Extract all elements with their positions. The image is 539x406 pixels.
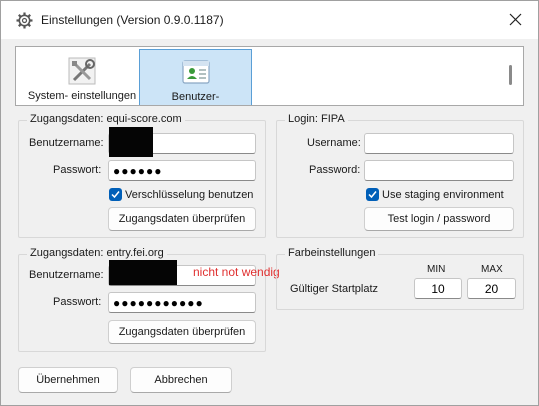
nav-item-system-settings[interactable]: System- einstellungen <box>22 49 142 105</box>
staging-checkbox[interactable] <box>366 188 379 201</box>
nav-item-label: System- einstellungen <box>27 90 137 102</box>
checkmark-icon <box>111 191 120 199</box>
max-header: MAX <box>481 264 503 275</box>
group-title: Zugangsdaten: equi-score.com <box>27 113 185 125</box>
password-label: Password: <box>309 164 361 176</box>
fipa-test-button[interactable]: Test login / password <box>364 207 514 231</box>
min-header: MIN <box>427 264 446 275</box>
start-position-label: Gültiger Startplatz <box>290 283 379 295</box>
nav-item-label: Benutzer- <box>171 91 220 103</box>
user-settings-icon <box>180 56 212 88</box>
redaction-block <box>109 127 153 157</box>
staging-label: Use staging environment <box>382 189 504 201</box>
cancel-button[interactable]: Abbrechen <box>130 367 232 393</box>
tools-icon <box>66 55 98 87</box>
fipa-username-input[interactable] <box>364 133 514 154</box>
min-input[interactable]: 10 <box>414 278 462 299</box>
username-label: Username: <box>307 137 361 149</box>
settings-window: Einstellungen (Version 0.9.0.1187) Syste… <box>0 0 539 406</box>
redaction-block <box>109 260 177 285</box>
group-title: Login: FIPA <box>285 113 348 125</box>
equi-check-button[interactable]: Zugangsdaten überprüfen <box>108 207 256 231</box>
fei-password-input[interactable]: ●●●●●●●●●●● <box>108 292 256 313</box>
group-title: Zugangsdaten: entry.fei.org <box>27 247 167 259</box>
password-label: Passwort: <box>53 164 102 176</box>
group-title: Farbeinstellungen <box>285 247 379 259</box>
equi-password-input[interactable]: ●●●●●● <box>108 160 256 181</box>
close-button[interactable] <box>501 7 531 33</box>
encryption-label: Verschlüsselung benutzen <box>125 189 254 201</box>
nav-item-user-settings[interactable]: Benutzer- <box>139 49 252 105</box>
username-label: Benutzername: <box>29 137 104 149</box>
title-bar: Einstellungen (Version 0.9.0.1187) <box>1 1 538 39</box>
encryption-checkbox[interactable] <box>109 188 122 201</box>
password-label: Passwort: <box>53 296 102 308</box>
window-title: Einstellungen (Version 0.9.0.1187) <box>41 13 224 27</box>
apply-button[interactable]: Übernehmen <box>18 367 118 393</box>
handwritten-note: nicht not wendig <box>193 265 280 279</box>
max-input[interactable]: 20 <box>467 278 516 299</box>
username-label: Benutzername: <box>29 269 104 281</box>
category-panel: System- einstellungen Benutzer- <box>15 46 524 106</box>
nav-scrollbar[interactable] <box>509 65 512 85</box>
fipa-password-input[interactable] <box>364 160 514 181</box>
gear-icon <box>16 12 33 29</box>
close-icon <box>509 13 522 26</box>
checkmark-icon <box>368 191 377 199</box>
fei-check-button[interactable]: Zugangsdaten überprüfen <box>108 320 256 344</box>
